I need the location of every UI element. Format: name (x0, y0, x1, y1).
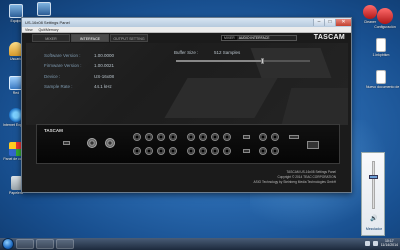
volume-slider-handle[interactable] (369, 174, 378, 179)
line-jack-icon (211, 133, 219, 141)
midi-port-icon (243, 135, 250, 139)
info-key: Sample Rate : (44, 84, 73, 90)
tab-output-setting[interactable]: OUTPUT SETTING (110, 34, 148, 42)
settings-panel-window: US-16x08 Settings Panel – □ ✕ View Quit/… (21, 17, 352, 193)
power-inlet-icon (307, 141, 319, 149)
clock-date: 11/14/2014 (380, 243, 398, 247)
taskbar: 10:17 11/14/2014 (0, 238, 400, 250)
volume-slider[interactable] (372, 161, 375, 209)
line-jack-icon (169, 133, 177, 141)
mode-label: MIXER (224, 36, 235, 40)
background-shape (164, 78, 278, 118)
system-tray: 10:17 11/14/2014 (364, 239, 398, 247)
info-value: 1.00.0021 (94, 63, 115, 69)
info-row: Sample Rate : 44.1 kHz (44, 82, 114, 93)
config-icon (377, 8, 393, 24)
power-switch-icon (289, 135, 299, 139)
brand-logo: TASCAM (313, 34, 345, 41)
line-jack-icon (169, 147, 177, 155)
line-jack-icon (157, 147, 165, 155)
tab-interface[interactable]: INTERFACE (71, 34, 109, 42)
info-key: Device : (44, 73, 61, 79)
device-info: Software Version : 1.00.0000 Firmware Ve… (44, 50, 114, 92)
mixer-link[interactable]: Mezclador (363, 227, 385, 231)
usb-port-icon (63, 141, 70, 145)
line-jack-icon (211, 147, 219, 155)
line-jack-icon (199, 147, 207, 155)
taskbar-explorer-icon[interactable] (36, 239, 54, 249)
mode-selector[interactable]: MIXER AUDIO INTERFACE (221, 35, 297, 41)
device-rear-panel: TASCAM (36, 124, 340, 164)
recycle-bin-icon (10, 176, 22, 190)
info-value: 44.1 kHz (94, 84, 112, 90)
volume-tray-icon[interactable] (372, 240, 378, 246)
mode-value: AUDIO INTERFACE (236, 36, 296, 40)
line-jack-icon (271, 147, 279, 155)
taskbar-ie-icon[interactable] (16, 239, 34, 249)
buffer-slider-fill (176, 60, 264, 62)
line-jack-icon (199, 133, 207, 141)
minimize-button[interactable]: – (313, 19, 324, 26)
xlr-jack-icon (87, 138, 97, 148)
line-jack-icon (145, 147, 153, 155)
desktop-icon-doc1[interactable]: 1.lnkpbtkm (366, 38, 396, 57)
buffer-slider-handle[interactable] (261, 58, 265, 64)
info-row: Software Version : 1.00.0000 (44, 50, 114, 61)
taskbar-settings-panel-icon[interactable] (56, 239, 74, 249)
info-key: Firmware Version : (44, 63, 82, 69)
line-jack-icon (223, 133, 231, 141)
buffer-size: Buffer Size : 512 Samples (174, 50, 240, 55)
footer-line: ASIO Technology by Steinberg Media Techn… (253, 180, 336, 184)
line-jack-icon (133, 133, 141, 141)
info-row: Device : US-16x08 (44, 71, 114, 82)
footer-line: TASCAM US-16x08 Settings Panel (286, 170, 336, 174)
window-titlebar[interactable]: US-16x08 Settings Panel – □ ✕ (22, 18, 351, 27)
document-icon (376, 70, 386, 84)
line-jack-icon (187, 133, 195, 141)
line-jack-icon (259, 133, 267, 141)
menubar: View Quit/Memory (22, 27, 351, 33)
maximize-button[interactable]: □ (324, 19, 335, 26)
xlr-jack-icon (105, 138, 115, 148)
buffer-size-label: Buffer Size : (174, 50, 199, 55)
clock[interactable]: 10:17 11/14/2014 (381, 239, 398, 247)
speaker-icon[interactable]: 🔊 (370, 215, 377, 222)
midi-port-icon (243, 149, 250, 153)
tab-mixer[interactable]: MIXER (32, 34, 70, 42)
desktop-icon-config[interactable]: Configuración (370, 8, 400, 29)
line-jack-icon (223, 147, 231, 155)
document-icon (376, 38, 386, 52)
volume-flyout: 🔊 Mezclador (361, 152, 385, 236)
tab-bar: MIXER INTERFACE OUTPUT SETTING (32, 34, 149, 42)
close-button[interactable]: ✕ (335, 19, 351, 26)
buffer-size-value: 512 Samples (214, 50, 241, 55)
computer-icon (9, 4, 23, 18)
menu-view[interactable]: View (25, 28, 33, 32)
buffer-size-slider[interactable] (176, 58, 310, 64)
line-jack-icon (271, 133, 279, 141)
info-value: US-16x08 (94, 73, 115, 79)
desktop-icon-doc2[interactable]: Nuevo documento de texto (366, 70, 400, 89)
device-brand: TASCAM (44, 128, 63, 133)
setup-icon (37, 2, 51, 16)
line-jack-icon (157, 133, 165, 141)
background-shape (280, 88, 348, 125)
line-jack-icon (187, 147, 195, 155)
info-key: Software Version : (44, 52, 81, 58)
start-button[interactable] (2, 238, 14, 250)
info-row: Firmware Version : 1.00.0021 (44, 61, 114, 72)
app-footer: TASCAM US-16x08 Settings Panel Copyright… (36, 166, 340, 192)
line-jack-icon (145, 133, 153, 141)
line-jack-icon (259, 147, 267, 155)
line-jack-icon (133, 147, 141, 155)
menu-memory[interactable]: Quit/Memory (39, 28, 59, 32)
info-value: 1.00.0000 (94, 52, 115, 58)
footer-line: Copyright © 2014 TEAC CORPORATION (277, 175, 336, 179)
window-title: US-16x08 Settings Panel (25, 20, 70, 25)
network-tray-icon[interactable] (364, 240, 370, 246)
